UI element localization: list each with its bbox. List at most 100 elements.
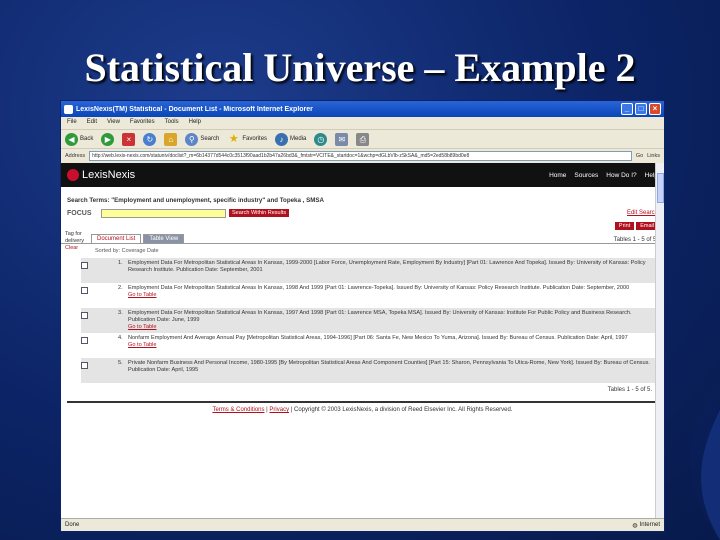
print-toolbar-button[interactable]: ⎙ <box>356 132 370 146</box>
result-number: 3. <box>118 310 123 316</box>
result-title-link[interactable]: Employment Data For Metropolitan Statist… <box>128 285 629 291</box>
media-button[interactable]: ♪ Media <box>275 132 307 146</box>
results-list: 1. Employment Data For Metropolitan Stat… <box>81 258 658 383</box>
focus-row: FOCUS Search Within Results Edit Search <box>61 206 664 220</box>
go-button[interactable]: Go <box>636 153 643 159</box>
tag-column: Tag for delivery Clear <box>65 231 93 252</box>
nav-sources[interactable]: Sources <box>574 172 598 179</box>
vertical-scrollbar[interactable] <box>655 163 664 519</box>
favorites-label: Favorites <box>242 136 268 142</box>
address-bar: Address http://web.lexis-nexis.com/statu… <box>61 149 664 162</box>
menu-tools[interactable]: Tools <box>165 119 179 127</box>
result-number: 4. <box>118 335 123 341</box>
tag-checkbox[interactable] <box>81 262 88 269</box>
lexisnexis-logo[interactable]: LexisNexis <box>67 169 135 181</box>
menu-help[interactable]: Help <box>189 119 201 127</box>
result-row: 1. Employment Data For Metropolitan Stat… <box>81 258 658 283</box>
forward-button[interactable]: ▶ <box>101 132 115 146</box>
result-row: 2. Employment Data For Metropolitan Stat… <box>81 283 658 308</box>
decorative-wave <box>689 380 720 540</box>
close-button[interactable]: × <box>649 103 661 115</box>
result-number: 5. <box>118 360 123 366</box>
copyright-text: Copyright © 2003 LexisNexis, a division … <box>293 407 513 413</box>
globe-icon: ◍ <box>632 522 638 529</box>
status-bar: Done ◍ Internet <box>61 518 664 531</box>
result-number: 2. <box>118 285 123 291</box>
result-row: 5. Private Nonfarm Business And Personal… <box>81 358 658 383</box>
slide-title: Statistical Universe – Example 2 <box>84 45 636 90</box>
logo-text: LexisNexis <box>82 169 136 181</box>
address-input[interactable]: http://web.lexis-nexis.com/statuniv/docl… <box>89 150 632 161</box>
tab-table-view[interactable]: Table View <box>143 234 185 243</box>
history-icon: ◷ <box>314 132 328 146</box>
nav-how-do-i[interactable]: How Do I? <box>606 172 636 179</box>
history-button[interactable]: ◷ <box>314 132 328 146</box>
result-title-link[interactable]: Employment Data For Metropolitan Statist… <box>128 260 646 273</box>
go-to-table-link[interactable]: Go to Table <box>128 324 157 330</box>
forward-arrow-icon: ▶ <box>101 132 115 146</box>
focus-input[interactable] <box>101 208 226 218</box>
search-within-button[interactable]: Search Within Results <box>229 209 290 217</box>
terms-link[interactable]: Terms & Conditions <box>212 407 264 413</box>
favorites-button[interactable]: ★ Favorites <box>227 133 267 146</box>
privacy-link[interactable]: Privacy <box>269 407 289 413</box>
focus-label: FOCUS <box>67 209 92 217</box>
go-to-table-link[interactable]: Go to Table <box>128 292 157 298</box>
home-button[interactable]: ⌂ <box>164 132 178 146</box>
browser-toolbar: ◀ Back ▶ × ↻ ⌂ ⚲ Search ★ Favorites ♪ Me… <box>61 129 664 149</box>
delivery-buttons: Print Email <box>61 220 664 232</box>
printer-icon: ⎙ <box>356 132 370 146</box>
result-title-link[interactable]: Private Nonfarm Business And Personal In… <box>128 360 650 373</box>
tables-count-top: Tables 1 - 5 of 5. <box>613 237 658 243</box>
media-icon: ♪ <box>275 132 289 146</box>
tag-label: Tag for delivery <box>65 231 84 244</box>
refresh-icon: ↻ <box>143 132 157 146</box>
zone-label: Internet <box>639 522 660 528</box>
page-footer: Terms & Conditions | Privacy | Copyright… <box>61 407 664 413</box>
tag-checkbox[interactable] <box>81 287 88 294</box>
menu-view[interactable]: View <box>107 119 120 127</box>
result-row: 3. Employment Data For Metropolitan Stat… <box>81 308 658 333</box>
stop-icon: × <box>122 132 136 146</box>
lexisnexis-logo-icon <box>67 169 79 181</box>
lexis-header: LexisNexis Home Sources How Do I? Help <box>61 163 664 187</box>
tables-count-bottom: Tables 1 - 5 of 5. <box>607 387 652 393</box>
footer-separator: | <box>266 407 268 413</box>
web-page: LexisNexis Home Sources How Do I? Help S… <box>61 163 664 519</box>
nav-home[interactable]: Home <box>549 172 566 179</box>
menu-edit[interactable]: Edit <box>87 119 97 127</box>
menu-favorites[interactable]: Favorites <box>130 119 155 127</box>
tab-document-list[interactable]: Document List <box>91 234 142 243</box>
refresh-button[interactable]: ↻ <box>143 132 157 146</box>
links-button[interactable]: Links <box>647 153 660 159</box>
back-label: Back <box>80 136 94 142</box>
minimize-button[interactable]: _ <box>621 103 633 115</box>
footer-separator: | <box>290 407 293 413</box>
stop-button[interactable]: × <box>122 132 136 146</box>
mail-button[interactable]: ✉ <box>335 132 349 146</box>
print-button[interactable]: Print <box>614 222 635 230</box>
home-icon: ⌂ <box>164 132 178 146</box>
ie-icon <box>64 104 73 114</box>
result-title-link[interactable]: Nonfarm Employment And Average Annual Pa… <box>128 335 628 341</box>
go-to-table-link[interactable]: Go to Table <box>128 342 157 348</box>
back-arrow-icon: ◀ <box>65 132 78 146</box>
tag-checkbox[interactable] <box>81 362 88 369</box>
media-label: Media <box>290 136 307 142</box>
result-number: 1. <box>118 260 123 266</box>
search-button[interactable]: ⚲ Search <box>185 132 220 146</box>
browser-window: LexisNexis(TM) Statistical - Document Li… <box>60 100 665 532</box>
clear-link[interactable]: Clear <box>65 245 93 252</box>
tag-checkbox[interactable] <box>81 337 88 344</box>
maximize-button[interactable]: □ <box>635 103 647 115</box>
status-text: Done <box>65 522 80 528</box>
edit-search-link[interactable]: Edit Search <box>627 210 658 216</box>
address-label: Address <box>65 152 86 159</box>
scroll-thumb[interactable] <box>657 173 664 203</box>
tag-checkbox[interactable] <box>81 312 88 319</box>
menu-file[interactable]: File <box>67 119 77 127</box>
lexis-nav: Home Sources How Do I? Help <box>549 172 658 179</box>
back-button[interactable]: ◀ Back <box>65 132 94 146</box>
search-label: Search <box>200 136 220 142</box>
result-title-link[interactable]: Employment Data For Metropolitan Statist… <box>128 310 632 323</box>
